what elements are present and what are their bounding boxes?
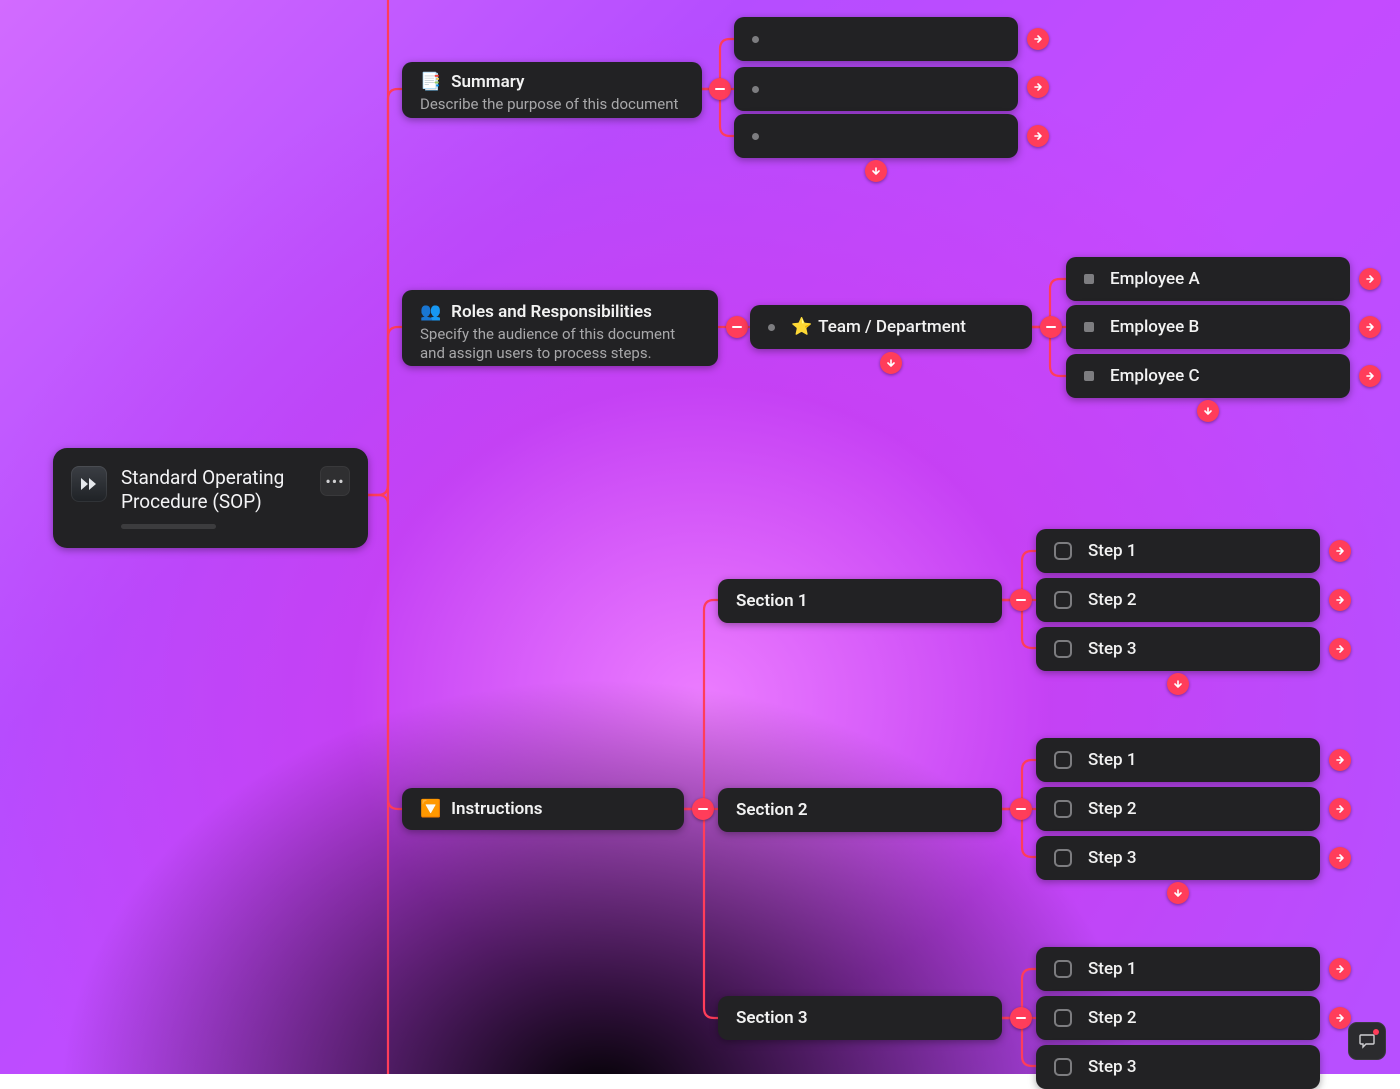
step-node[interactable]: Step 3 <box>1036 836 1320 880</box>
summary-subtitle: Describe the purpose of this document <box>420 95 684 114</box>
square-bullet-icon <box>1084 371 1094 381</box>
collapse-button[interactable] <box>1010 1007 1032 1029</box>
add-below-button[interactable] <box>880 352 902 374</box>
add-below-button[interactable] <box>1167 882 1189 904</box>
checkbox-icon[interactable] <box>1054 800 1072 818</box>
step-node[interactable]: Step 2 <box>1036 996 1320 1040</box>
summary-icon: 📑 <box>420 72 441 92</box>
roles-subtitle: Specify the audience of this document an… <box>420 325 700 363</box>
team-label: Team / Department <box>818 317 966 337</box>
instructions-title: Instructions <box>451 799 542 819</box>
expand-right-button[interactable] <box>1329 1007 1351 1029</box>
employee-label: Employee B <box>1110 317 1199 337</box>
step-node[interactable]: Step 1 <box>1036 947 1320 991</box>
expand-right-button[interactable] <box>1329 798 1351 820</box>
checkbox-icon[interactable] <box>1054 591 1072 609</box>
square-bullet-icon <box>1084 274 1094 284</box>
employee-label: Employee A <box>1110 269 1200 289</box>
summary-node[interactable]: 📑 Summary Describe the purpose of this do… <box>402 62 702 118</box>
collapse-button[interactable] <box>726 316 748 338</box>
people-icon: 👥 <box>420 302 441 322</box>
step-label: Step 2 <box>1088 590 1137 610</box>
bullet-icon <box>768 324 775 331</box>
expand-right-button[interactable] <box>1329 958 1351 980</box>
collapse-button[interactable] <box>1040 316 1062 338</box>
step-label: Step 1 <box>1088 541 1137 561</box>
chat-icon <box>1358 1032 1376 1050</box>
section-node[interactable]: Section 2 <box>718 788 1002 832</box>
collapse-button[interactable] <box>692 798 714 820</box>
section-label: Section 3 <box>736 1008 808 1028</box>
summary-item[interactable] <box>734 67 1018 111</box>
step-node[interactable]: Step 1 <box>1036 529 1320 573</box>
section-node[interactable]: Section 1 <box>718 579 1002 623</box>
collapse-button[interactable] <box>709 78 731 100</box>
feedback-button[interactable] <box>1348 1022 1386 1060</box>
step-node[interactable]: Step 2 <box>1036 578 1320 622</box>
instructions-node[interactable]: 🔽 Instructions <box>402 788 684 830</box>
checkbox-icon[interactable] <box>1054 751 1072 769</box>
dropdown-icon: 🔽 <box>420 799 441 819</box>
bullet-icon <box>752 86 759 93</box>
step-label: Step 2 <box>1088 1008 1137 1028</box>
step-node[interactable]: Step 1 <box>1036 738 1320 782</box>
step-label: Step 3 <box>1088 639 1137 659</box>
notification-dot-icon <box>1373 1029 1379 1035</box>
expand-right-button[interactable] <box>1329 589 1351 611</box>
collapse-button[interactable] <box>1010 798 1032 820</box>
summary-item[interactable] <box>734 114 1018 158</box>
step-node[interactable]: Step 3 <box>1036 1045 1320 1089</box>
root-title: Standard Operating Procedure (SOP) <box>121 466 320 514</box>
employee-node[interactable]: Employee C <box>1066 354 1350 398</box>
team-node[interactable]: ⭐ Team / Department <box>750 305 1032 349</box>
checkbox-icon[interactable] <box>1054 1058 1072 1076</box>
checkbox-icon[interactable] <box>1054 960 1072 978</box>
roles-node[interactable]: 👥 Roles and Responsibilities Specify the … <box>402 290 718 366</box>
roles-title: Roles and Responsibilities <box>451 302 652 322</box>
employee-label: Employee C <box>1110 366 1200 386</box>
employee-node[interactable]: Employee A <box>1066 257 1350 301</box>
section-label: Section 1 <box>736 591 808 611</box>
collapse-button[interactable] <box>1010 589 1032 611</box>
expand-right-button[interactable] <box>1329 847 1351 869</box>
checkbox-icon[interactable] <box>1054 849 1072 867</box>
root-underline <box>121 524 216 529</box>
expand-right-button[interactable] <box>1359 316 1381 338</box>
square-bullet-icon <box>1084 322 1094 332</box>
expand-right-button[interactable] <box>1027 76 1049 98</box>
expand-right-button[interactable] <box>1329 540 1351 562</box>
section-node[interactable]: Section 3 <box>718 996 1002 1040</box>
checkbox-icon[interactable] <box>1054 1009 1072 1027</box>
step-label: Step 3 <box>1088 1057 1137 1077</box>
add-below-button[interactable] <box>1167 673 1189 695</box>
expand-right-button[interactable] <box>1329 638 1351 660</box>
checkbox-icon[interactable] <box>1054 640 1072 658</box>
root-more-button[interactable]: ••• <box>320 466 350 496</box>
bullet-icon <box>752 133 759 140</box>
step-label: Step 1 <box>1088 750 1137 770</box>
add-below-button[interactable] <box>865 160 887 182</box>
expand-right-button[interactable] <box>1359 365 1381 387</box>
step-label: Step 1 <box>1088 959 1137 979</box>
step-label: Step 3 <box>1088 848 1137 868</box>
summary-item[interactable] <box>734 17 1018 61</box>
checkbox-icon[interactable] <box>1054 542 1072 560</box>
fast-forward-icon <box>71 466 107 502</box>
expand-right-button[interactable] <box>1359 268 1381 290</box>
step-node[interactable]: Step 3 <box>1036 627 1320 671</box>
star-icon: ⭐ <box>791 317 812 337</box>
root-node[interactable]: Standard Operating Procedure (SOP) ••• <box>53 448 368 548</box>
summary-title: Summary <box>451 72 524 92</box>
bullet-icon <box>752 36 759 43</box>
expand-right-button[interactable] <box>1027 28 1049 50</box>
expand-right-button[interactable] <box>1027 125 1049 147</box>
step-label: Step 2 <box>1088 799 1137 819</box>
section-label: Section 2 <box>736 800 808 820</box>
employee-node[interactable]: Employee B <box>1066 305 1350 349</box>
expand-right-button[interactable] <box>1329 749 1351 771</box>
step-node[interactable]: Step 2 <box>1036 787 1320 831</box>
add-below-button[interactable] <box>1197 400 1219 422</box>
